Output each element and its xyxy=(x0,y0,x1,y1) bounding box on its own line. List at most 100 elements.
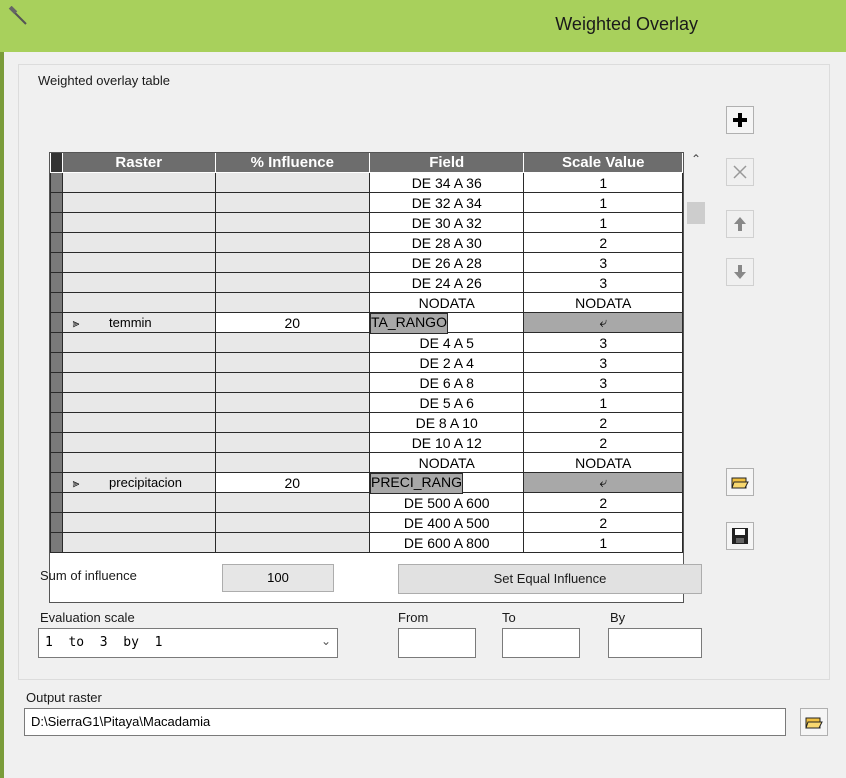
table-row[interactable]: DE 30 A 32 1 xyxy=(50,212,683,233)
scale-value-cell[interactable]: 2 xyxy=(523,492,683,513)
table-row[interactable]: DE 5 A 61 xyxy=(50,392,683,413)
row-selector[interactable] xyxy=(50,332,64,353)
move-up-button[interactable] xyxy=(726,210,754,238)
remove-raster-button[interactable] xyxy=(726,158,754,186)
add-raster-button[interactable] xyxy=(726,106,754,134)
evaluation-scale-label: Evaluation scale xyxy=(40,610,135,625)
scale-value-cell[interactable]: NODATA xyxy=(523,452,683,473)
column-header-field[interactable]: Field xyxy=(368,153,525,173)
row-selector[interactable] xyxy=(50,192,64,213)
evaluation-scale-select[interactable]: 1 to 3 by 1 ⌄ xyxy=(38,628,338,658)
raster-cell xyxy=(62,532,216,553)
row-selector[interactable] xyxy=(50,212,64,233)
table-scrollbar[interactable]: ⌃ ⌄ xyxy=(684,152,708,601)
raster-row[interactable]: ⫸ temmin 20 TA_RANGO ⤶ xyxy=(50,312,683,334)
raster-name: precipitacion xyxy=(109,474,183,490)
table-row[interactable]: DE 10 A 12 2 xyxy=(50,432,683,453)
save-button[interactable] xyxy=(726,522,754,550)
scale-value-cell[interactable]: 1 xyxy=(523,532,683,553)
move-down-button[interactable] xyxy=(726,258,754,286)
output-browse-button[interactable] xyxy=(800,708,828,736)
table-row[interactable]: DE 26 A 28 3 xyxy=(50,252,683,273)
weighted-overlay-table[interactable]: Raster % Influence Field Scale Value DE … xyxy=(49,152,684,603)
row-selector[interactable] xyxy=(50,232,64,253)
scale-value-cell[interactable]: 1 xyxy=(523,392,683,413)
row-selector[interactable] xyxy=(50,412,64,433)
scroll-up-icon[interactable]: ⌃ xyxy=(684,152,708,172)
table-row[interactable]: DE 400 A 500 2 xyxy=(50,512,683,533)
set-equal-influence-button[interactable]: Set Equal Influence xyxy=(398,564,702,594)
scroll-thumb[interactable] xyxy=(687,202,705,224)
row-selector[interactable] xyxy=(50,252,64,273)
row-selector[interactable] xyxy=(50,372,64,393)
scale-value-cell[interactable]: 2 xyxy=(523,232,683,253)
column-header-influence[interactable]: % Influence xyxy=(214,153,370,173)
column-header-raster[interactable]: Raster xyxy=(62,153,216,173)
raster-cell[interactable]: ⫸ temmin xyxy=(62,312,216,333)
to-input[interactable] xyxy=(502,628,580,658)
field-cell: DE 8 A 10 xyxy=(368,412,525,433)
scale-value-cell[interactable]: 3 xyxy=(523,272,683,293)
scale-value-cell[interactable]: 3 xyxy=(523,252,683,273)
double-chevron-up-icon[interactable]: ⫸ xyxy=(64,316,89,331)
table-row[interactable]: DE 600 A 800 1 xyxy=(50,532,683,553)
table-row[interactable]: DE 2 A 43 xyxy=(50,352,683,373)
scale-value-cell[interactable]: 1 xyxy=(523,192,683,213)
double-chevron-up-icon[interactable]: ⫸ xyxy=(64,476,89,491)
table-row[interactable]: DE 4 A 53 xyxy=(50,332,683,353)
by-input[interactable] xyxy=(608,628,702,658)
scale-value-cell[interactable]: 2 xyxy=(523,412,683,433)
influence-cell[interactable]: 20 xyxy=(214,472,370,493)
row-selector[interactable] xyxy=(50,492,64,513)
table-row[interactable]: NODATA NODATA xyxy=(50,292,683,313)
field-cell[interactable]: TA_RANGO xyxy=(369,313,448,334)
row-selector[interactable] xyxy=(50,392,64,413)
raster-cell xyxy=(62,232,216,253)
sum-label: Sum of influence xyxy=(40,568,137,583)
raster-cell xyxy=(62,292,216,313)
row-selector[interactable] xyxy=(50,292,64,313)
scale-value-cell[interactable]: 3 xyxy=(523,372,683,393)
table-row[interactable]: DE 34 A 36 1 xyxy=(50,172,683,193)
scale-value-cell[interactable]: 2 xyxy=(523,432,683,453)
raster-cell[interactable]: ⫸ precipitacion xyxy=(62,472,216,493)
row-selector[interactable] xyxy=(50,512,64,533)
row-selector[interactable] xyxy=(50,172,64,193)
row-selector[interactable] xyxy=(50,472,64,493)
table-row[interactable]: DE 8 A 10 2 xyxy=(50,412,683,433)
raster-cell xyxy=(62,372,216,393)
table-row[interactable]: DE 24 A 26 3 xyxy=(50,272,683,293)
field-cell[interactable]: PRECI_RANG xyxy=(369,473,464,494)
table-row[interactable]: DE 6 A 83 xyxy=(50,372,683,393)
scale-value-cell[interactable]: ⤶ xyxy=(523,312,683,333)
row-selector[interactable] xyxy=(50,312,64,333)
scale-value-cell[interactable]: NODATA xyxy=(523,292,683,313)
scale-value-cell[interactable]: ⤶ xyxy=(523,472,683,493)
scale-value-cell[interactable]: 2 xyxy=(523,512,683,533)
field-cell: DE 28 A 30 xyxy=(368,232,525,253)
table-row[interactable]: DE 32 A 34 1 xyxy=(50,192,683,213)
row-selector[interactable] xyxy=(50,272,64,293)
column-header-scale-value[interactable]: Scale Value xyxy=(523,153,683,173)
raster-row[interactable]: ⫸ precipitacion 20 PRECI_RANG ⤶ xyxy=(50,472,683,494)
arrow-up-icon xyxy=(734,217,746,231)
scale-value-cell[interactable]: 1 xyxy=(523,172,683,193)
raster-cell xyxy=(62,432,216,453)
influence-cell[interactable]: 20 xyxy=(214,312,370,333)
title-bar: Weighted Overlay xyxy=(0,0,846,53)
table-row[interactable]: DE 500 A 600 2 xyxy=(50,492,683,513)
scale-value-cell[interactable]: 3 xyxy=(523,332,683,353)
table-row[interactable]: NODATA NODATA xyxy=(50,452,683,473)
table-row[interactable]: DE 28 A 30 2 xyxy=(50,232,683,253)
open-button[interactable] xyxy=(726,468,754,496)
field-cell: DE 6 A 8 xyxy=(368,372,525,393)
scale-value-cell[interactable]: 1 xyxy=(523,212,683,233)
row-selector[interactable] xyxy=(50,532,64,553)
influence-cell xyxy=(214,532,370,553)
row-selector[interactable] xyxy=(50,452,64,473)
output-raster-input[interactable]: D:\SierraG1\Pitaya\Macadamia xyxy=(24,708,786,736)
from-input[interactable] xyxy=(398,628,476,658)
row-selector[interactable] xyxy=(50,432,64,453)
row-selector[interactable] xyxy=(50,352,64,373)
scale-value-cell[interactable]: 3 xyxy=(523,352,683,373)
